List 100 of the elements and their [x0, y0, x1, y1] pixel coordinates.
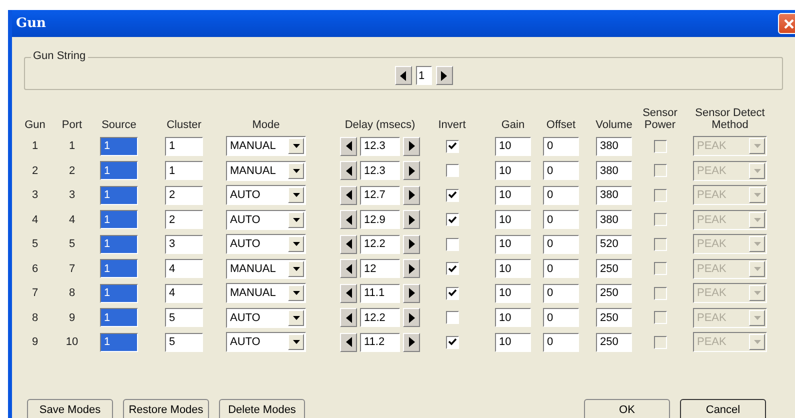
mode-dropdown[interactable]: AUTO — [226, 234, 306, 254]
source-field[interactable]: 1 — [100, 259, 138, 278]
mode-dropdown[interactable]: AUTO — [226, 210, 306, 230]
delay-field[interactable]: 11.1 — [360, 284, 400, 303]
gain-field[interactable]: 10 — [495, 186, 531, 205]
action-button[interactable]: Restore Modes — [123, 398, 209, 418]
decrease-button[interactable] — [340, 234, 357, 254]
delay-field[interactable]: 12.2 — [360, 308, 400, 328]
source-field[interactable]: 1 — [100, 161, 138, 180]
offset-field[interactable]: 0 — [543, 332, 579, 352]
mode-dropdown[interactable]: MANUAL — [226, 283, 306, 304]
offset-field[interactable]: 0 — [543, 259, 579, 278]
increase-button[interactable] — [403, 308, 420, 328]
offset-field[interactable]: 0 — [543, 210, 579, 230]
delay-field[interactable]: 11.2 — [360, 332, 400, 352]
decrease-button[interactable] — [340, 161, 357, 180]
volume-field[interactable]: 380 — [596, 136, 632, 156]
cluster-field[interactable]: 2 — [165, 210, 203, 230]
dialog-button[interactable]: OK — [584, 398, 670, 418]
delay-field[interactable]: 12.9 — [360, 210, 400, 230]
gain-field[interactable]: 10 — [495, 284, 531, 303]
gain-field[interactable]: 10 — [495, 161, 531, 180]
cluster-field[interactable]: 5 — [165, 332, 203, 352]
offset-field[interactable]: 0 — [543, 234, 579, 254]
cluster-field[interactable]: 1 — [165, 136, 203, 156]
gain-field[interactable]: 10 — [495, 136, 531, 156]
mode-dropdown[interactable]: AUTO — [226, 332, 306, 352]
source-field[interactable]: 1 — [100, 234, 138, 254]
right-triangle-icon — [408, 190, 414, 200]
invert-checkbox[interactable] — [446, 238, 458, 251]
mode-dropdown[interactable]: MANUAL — [226, 136, 306, 156]
invert-checkbox[interactable] — [446, 311, 458, 324]
volume-field[interactable]: 250 — [596, 332, 632, 352]
delay-field[interactable]: 12.2 — [360, 234, 400, 254]
decrease-button[interactable] — [340, 284, 357, 303]
cluster-field[interactable]: 3 — [165, 234, 203, 254]
previous-button[interactable] — [394, 66, 412, 85]
increase-button[interactable] — [403, 234, 420, 254]
invert-checkbox[interactable] — [446, 262, 458, 276]
gun-string-field[interactable]: 1 — [416, 66, 432, 85]
gain-field[interactable]: 10 — [495, 210, 531, 230]
delay-field[interactable]: 12.7 — [360, 186, 400, 205]
offset-field[interactable]: 0 — [543, 161, 579, 180]
decrease-button[interactable] — [340, 186, 357, 205]
source-field[interactable]: 1 — [100, 210, 138, 230]
action-button[interactable]: Delete Modes — [219, 398, 305, 418]
next-button[interactable] — [436, 66, 452, 85]
action-button[interactable]: Save Modes — [27, 398, 113, 418]
mode-dropdown[interactable]: MANUAL — [226, 160, 306, 181]
volume-field[interactable]: 380 — [596, 161, 632, 180]
volume-field[interactable]: 520 — [596, 234, 632, 254]
offset-field[interactable]: 0 — [543, 284, 579, 303]
volume-field[interactable]: 250 — [596, 284, 632, 303]
source-field[interactable]: 1 — [100, 284, 138, 303]
delay-field[interactable]: 12 — [360, 259, 400, 278]
source-field[interactable]: 1 — [100, 136, 138, 156]
cluster-field[interactable]: 4 — [165, 284, 203, 303]
cluster-field[interactable]: 4 — [165, 259, 203, 278]
invert-checkbox[interactable] — [446, 336, 458, 349]
invert-checkbox[interactable] — [446, 164, 458, 178]
dialog-button[interactable]: Cancel — [680, 398, 766, 418]
close-button[interactable] — [778, 13, 795, 34]
volume-field[interactable]: 380 — [596, 210, 632, 230]
decrease-button[interactable] — [340, 210, 357, 230]
offset-field[interactable]: 0 — [543, 186, 579, 205]
invert-checkbox[interactable] — [446, 140, 458, 153]
source-field[interactable]: 1 — [100, 332, 138, 352]
cluster-field[interactable]: 2 — [165, 186, 203, 205]
gain-field[interactable]: 10 — [495, 234, 531, 254]
mode-dropdown[interactable]: AUTO — [226, 308, 306, 328]
volume-field[interactable]: 380 — [596, 186, 632, 205]
cluster-field[interactable]: 1 — [165, 161, 203, 180]
gain-field[interactable]: 10 — [495, 332, 531, 352]
mode-dropdown[interactable]: AUTO — [226, 185, 306, 206]
gain-field[interactable]: 10 — [495, 259, 531, 278]
offset-field[interactable]: 0 — [543, 308, 579, 328]
delay-field[interactable]: 12.3 — [360, 161, 400, 180]
increase-button[interactable] — [403, 161, 420, 180]
delay-field[interactable]: 12.3 — [360, 136, 400, 156]
source-field[interactable]: 1 — [100, 308, 138, 328]
invert-checkbox[interactable] — [446, 286, 458, 300]
increase-button[interactable] — [403, 284, 420, 303]
increase-button[interactable] — [403, 332, 420, 352]
cluster-field[interactable]: 5 — [165, 308, 203, 328]
increase-button[interactable] — [403, 136, 420, 156]
increase-button[interactable] — [403, 186, 420, 205]
volume-field[interactable]: 250 — [596, 259, 632, 278]
decrease-button[interactable] — [340, 332, 357, 352]
decrease-button[interactable] — [340, 308, 357, 328]
decrease-button[interactable] — [340, 136, 357, 156]
gain-field[interactable]: 10 — [495, 308, 531, 328]
volume-field[interactable]: 250 — [596, 308, 632, 328]
increase-button[interactable] — [403, 259, 420, 278]
increase-button[interactable] — [403, 210, 420, 230]
mode-dropdown[interactable]: MANUAL — [226, 258, 306, 279]
decrease-button[interactable] — [340, 259, 357, 278]
invert-checkbox[interactable] — [446, 213, 458, 226]
source-field[interactable]: 1 — [100, 186, 138, 205]
offset-field[interactable]: 0 — [543, 136, 579, 156]
invert-checkbox[interactable] — [446, 188, 458, 202]
